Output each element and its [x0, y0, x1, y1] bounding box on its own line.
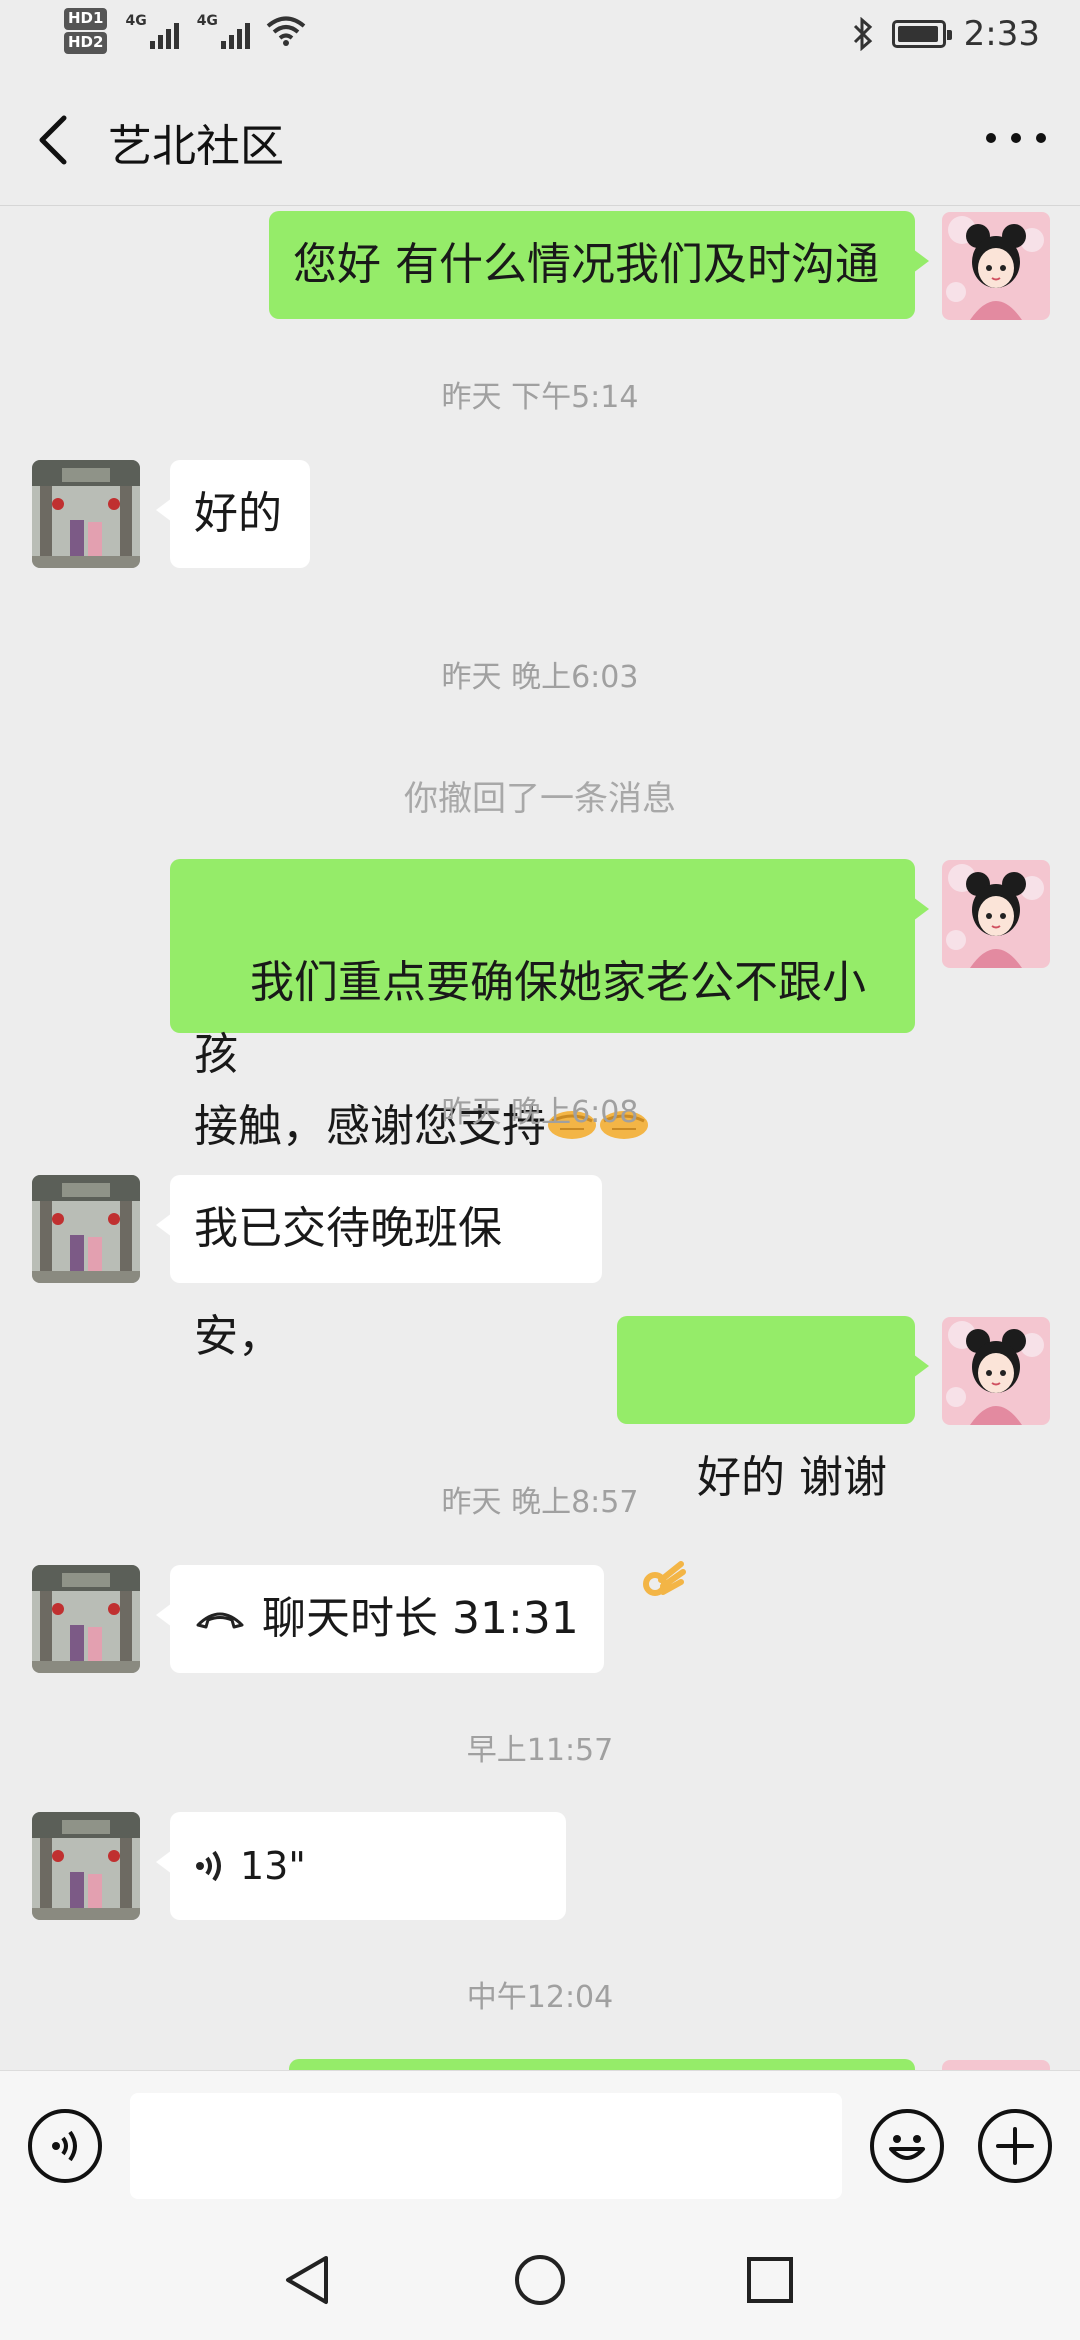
hd1-badge: HD1	[64, 8, 108, 30]
system-navigation-bar	[0, 2220, 1080, 2340]
signal-1-icon: 4G	[125, 13, 179, 49]
status-right: 2:33	[852, 14, 1040, 54]
my-avatar[interactable]	[942, 860, 1050, 968]
message-bubble-other[interactable]: 好的	[156, 460, 310, 568]
voice-wave-icon	[196, 1850, 221, 1882]
message-bubble-me[interactable]: 好的 谢谢	[617, 1316, 929, 1596]
phone-hangup-icon	[196, 1612, 244, 1629]
nav-back-icon[interactable]	[280, 2252, 336, 2308]
message-bubble-me-partial[interactable]	[289, 2059, 915, 2070]
status-left: HD1 HD2 4G 4G	[64, 8, 306, 54]
timestamp: 早上11:57	[466, 1733, 614, 1768]
emoji-icon[interactable]	[870, 2109, 944, 2183]
message-list[interactable]: 您好 有什么情况我们及时沟通 昨天 下午5:14 好的 昨天 晚上6:03 你撤…	[0, 207, 1080, 2070]
message-bubble-me[interactable]: 您好 有什么情况我们及时沟通	[269, 211, 929, 319]
my-avatar[interactable]	[942, 1317, 1050, 1425]
signal-2-icon: 4G	[197, 13, 250, 49]
my-avatar-partial[interactable]	[942, 2060, 1050, 2070]
wifi-icon	[266, 16, 306, 46]
contact-avatar[interactable]	[32, 460, 140, 568]
timestamp: 昨天 晚上6:08	[441, 1095, 639, 1130]
message-bubble-other[interactable]: 我已交待晚班保安，	[156, 1175, 602, 1362]
more-dots-icon[interactable]	[986, 118, 1046, 158]
voice-icon[interactable]	[28, 2109, 102, 2183]
chevron-left-icon[interactable]	[30, 112, 80, 168]
status-bar: HD1 HD2 4G 4G 2:33	[0, 0, 1080, 70]
bluetooth-icon	[853, 17, 872, 51]
timestamp: 中午12:04	[466, 1980, 614, 2015]
message-input[interactable]	[130, 2093, 842, 2199]
input-bar	[0, 2070, 1080, 2220]
clock: 2:33	[963, 14, 1040, 54]
contact-avatar[interactable]	[32, 1565, 140, 1673]
my-avatar[interactable]	[942, 212, 1050, 320]
timestamp: 昨天 下午5:14	[441, 380, 639, 415]
nav-recents-icon[interactable]	[742, 2252, 798, 2308]
timestamp: 昨天 晚上6:03	[441, 660, 639, 695]
recall-notice: 你撤回了一条消息	[404, 779, 676, 819]
call-record-bubble[interactable]: 聊天时长 31:31	[156, 1565, 604, 1673]
call-duration: 聊天时长 31:31	[262, 1593, 579, 1644]
chat-header: 艺北社区	[0, 70, 1080, 206]
hd2-badge: HD2	[64, 32, 108, 54]
hd-indicators: HD1 HD2	[64, 8, 108, 54]
nav-home-icon[interactable]	[512, 2252, 568, 2308]
voice-duration: 13"	[240, 1844, 306, 1888]
network-1-label: 4G	[125, 13, 147, 29]
battery-icon	[891, 20, 952, 48]
network-2-label: 4G	[196, 13, 218, 29]
contact-avatar[interactable]	[32, 1175, 140, 1283]
timestamp: 昨天 晚上8:57	[441, 1485, 639, 1520]
voice-message-bubble[interactable]: 13"	[156, 1812, 566, 1920]
chat-title: 艺北社区	[108, 121, 284, 172]
message-bubble-me[interactable]: 我们重点要确保她家老公不跟小孩 接触，感谢您支持	[170, 859, 929, 1152]
contact-avatar[interactable]	[32, 1812, 140, 1920]
plus-icon[interactable]	[978, 2109, 1052, 2183]
ok-hand-emoji	[641, 1534, 687, 1642]
